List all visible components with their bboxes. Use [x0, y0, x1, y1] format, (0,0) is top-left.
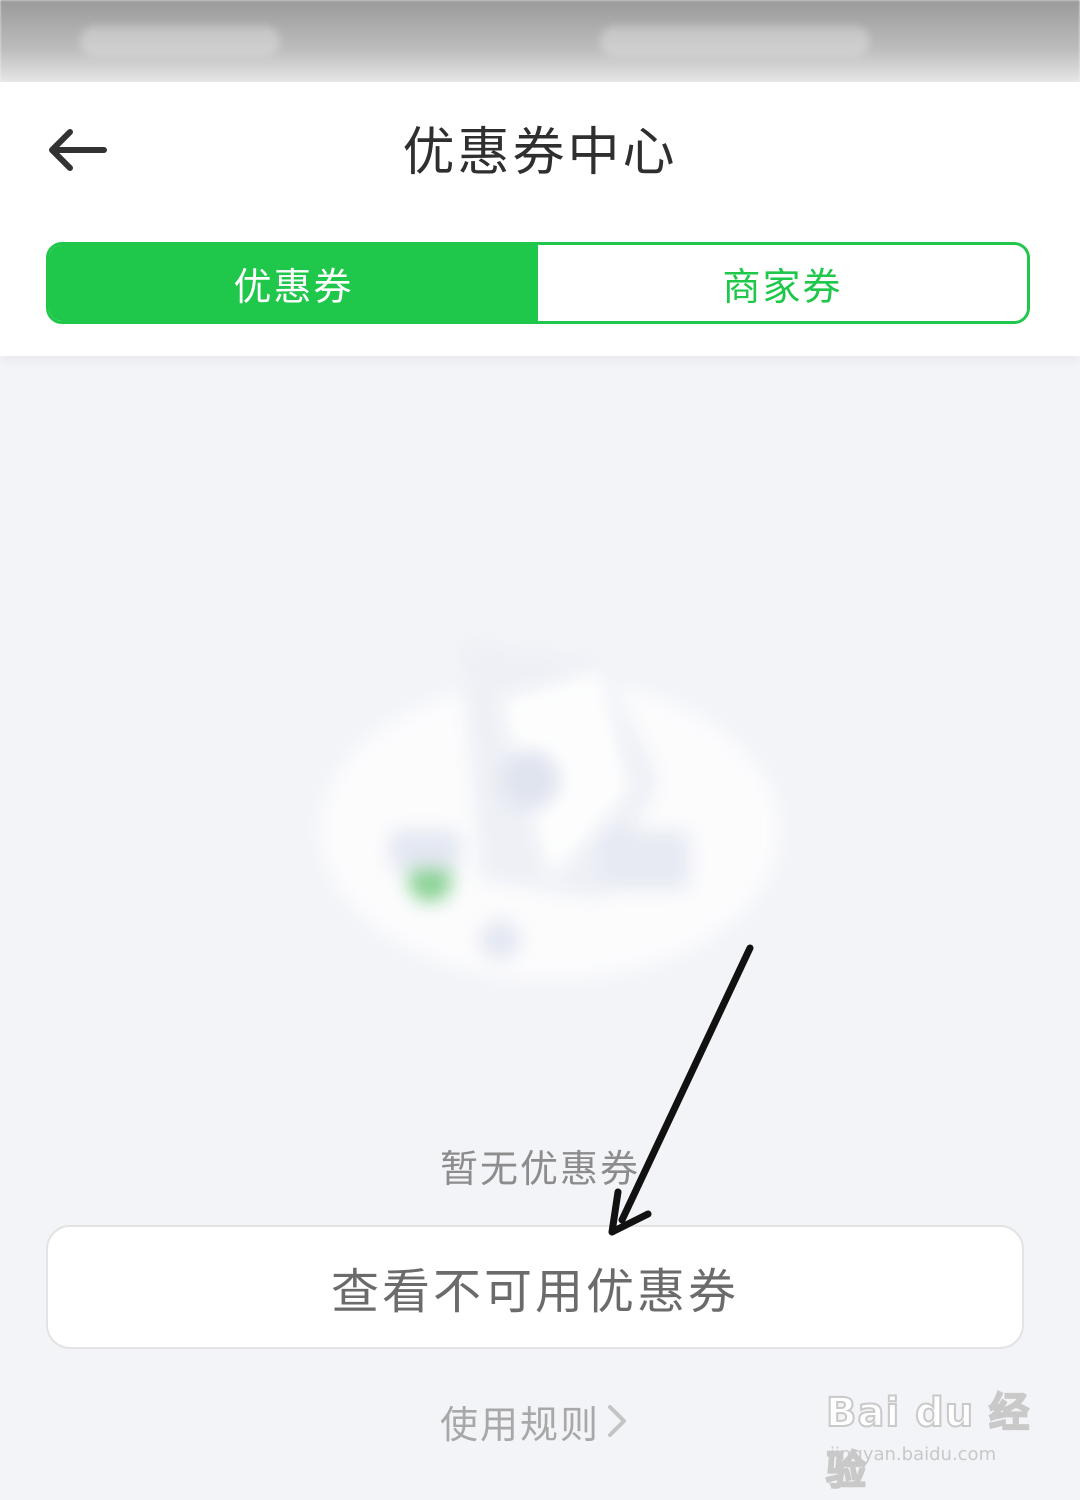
- status-bar-right-blur: [600, 26, 870, 56]
- header: 优惠券中心 优惠券 商家券: [0, 82, 1080, 356]
- empty-coupon-illustration: [320, 640, 780, 980]
- empty-state-message: 暂无优惠券: [439, 1147, 640, 1191]
- status-bar-left-blur: [80, 26, 280, 56]
- watermark-logo: Bai du 经验: [825, 1389, 1031, 1495]
- baidu-jingyan-watermark: Bai du 经验 jingyan.baidu.com: [825, 1380, 1036, 1495]
- status-bar: [0, 0, 1080, 82]
- page-title: 优惠券中心: [402, 123, 678, 183]
- tab-coupons[interactable]: 优惠券: [49, 245, 538, 321]
- chevron-right-icon: [608, 1405, 627, 1437]
- coupon-tabs: 优惠券 商家券: [46, 242, 1030, 324]
- watermark-url: jingyan.baidu.com: [830, 1444, 997, 1465]
- usage-rules-label: 使用规则: [440, 1402, 601, 1447]
- tab-merchant-coupons[interactable]: 商家券: [538, 245, 1027, 321]
- usage-rules-link[interactable]: 使用规则: [440, 1393, 628, 1449]
- view-unavailable-coupons-button[interactable]: 查看不可用优惠券: [46, 1225, 1024, 1349]
